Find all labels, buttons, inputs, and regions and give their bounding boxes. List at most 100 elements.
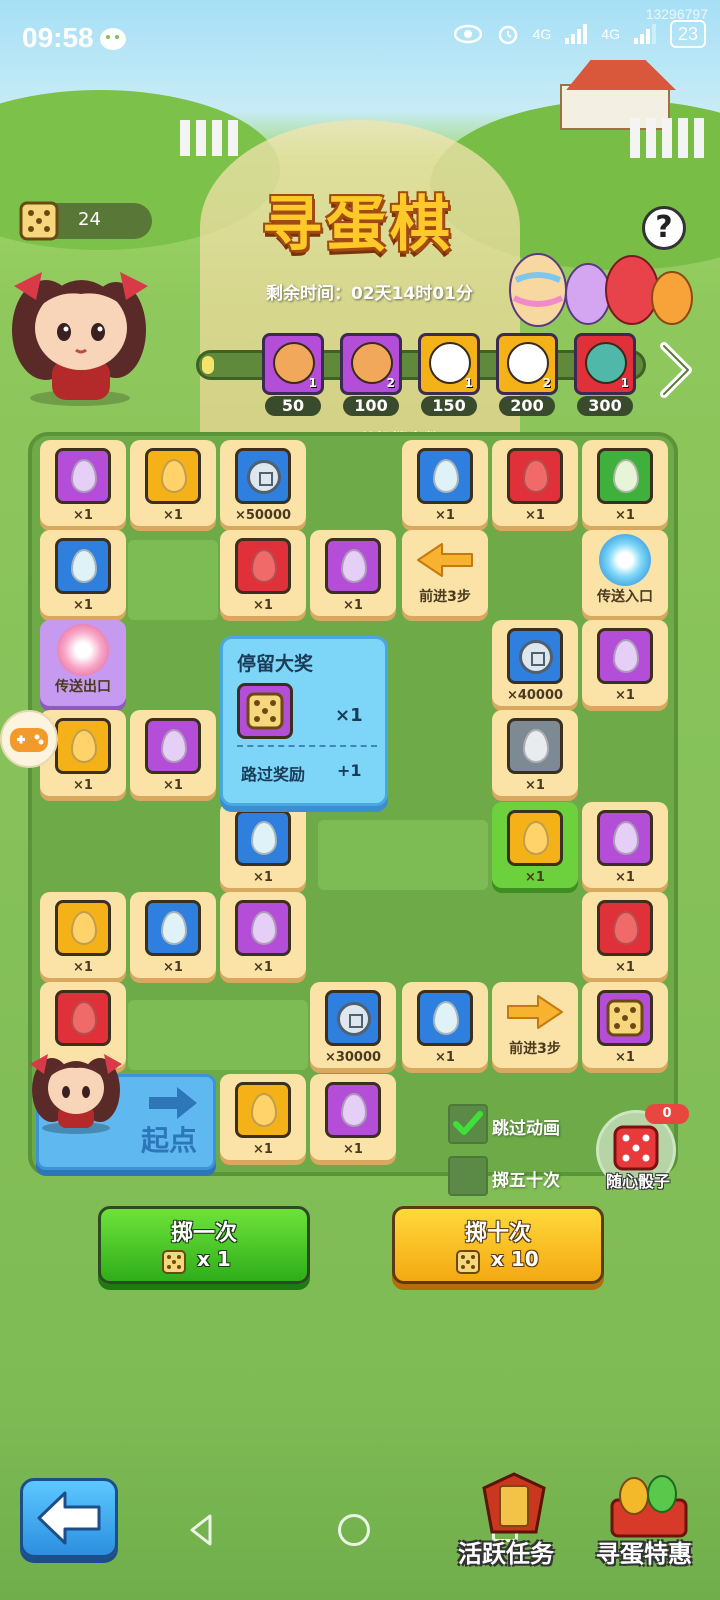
milestone-threshold: 50: [265, 396, 321, 416]
back-button[interactable]: [20, 1478, 118, 1558]
right-arrow-icon: [149, 1087, 197, 1119]
cell-label: ×1: [525, 778, 545, 793]
egg-icon: [71, 549, 97, 583]
reward-tile: [507, 628, 563, 684]
signal-icon: [630, 22, 660, 46]
reward-tile: [507, 810, 563, 866]
prize-dice-tile: [237, 683, 293, 739]
cell-label: ×1: [73, 508, 93, 523]
fence: [630, 118, 710, 158]
egg-icon: [523, 459, 549, 493]
signal-4g-label: 4G: [532, 26, 552, 42]
fence: [180, 120, 240, 156]
egg-icon: [523, 729, 549, 763]
roll-fifty-label: 掷五十次: [492, 1171, 560, 1191]
milestone-qty: 1: [308, 376, 317, 390]
cell-label: 前进3步: [419, 589, 471, 605]
game-scene: 09:58 13296797 4G 4G 23 24 寻蛋棋 ? 剩余时间：02…: [0, 0, 720, 1600]
milestone-reward[interactable]: 2: [340, 333, 402, 395]
egg-icon: [161, 459, 187, 493]
roll-ten-label: 掷十次: [464, 1221, 531, 1246]
milestone-threshold: 100: [343, 396, 399, 416]
milestone-qty: 2: [386, 376, 395, 390]
board-inner-field: [318, 820, 488, 890]
reward-tile: [145, 448, 201, 504]
remaining-value: 02天14时01分: [351, 284, 473, 304]
dice-icon: [246, 692, 284, 730]
free-dice-badge: 0: [645, 1104, 689, 1124]
board-inner-field: [128, 1000, 308, 1070]
gamepad-button[interactable]: [0, 710, 58, 768]
egg-icon: [251, 1093, 277, 1127]
egg-icon: [613, 911, 639, 945]
board-cell-portal: 传送出口: [38, 618, 128, 708]
egg-icon: [613, 639, 639, 673]
cell-label: ×1: [73, 598, 93, 613]
milestone-threshold: 150: [421, 396, 477, 416]
board-cell-egg: ×1: [490, 708, 580, 798]
roll-ten-cost: x 10: [491, 1247, 539, 1271]
cell-label: ×1: [343, 598, 363, 613]
reward-tile: [597, 448, 653, 504]
egg-deals-label[interactable]: 寻蛋特惠: [596, 1534, 692, 1569]
cell-label: ×1: [615, 960, 635, 975]
checkmark-icon: [453, 1111, 483, 1135]
reward-tile: [235, 538, 291, 594]
board-cell-egg: ×1: [580, 800, 670, 890]
help-button[interactable]: ?: [642, 206, 686, 250]
roll-ten-button[interactable]: 掷十次 x 10: [392, 1206, 604, 1284]
stay-prize-qty: ×1: [335, 705, 363, 726]
system-home-icon[interactable]: [338, 1514, 370, 1546]
player-avatar: [12, 272, 148, 406]
battery-indicator: 23: [669, 20, 706, 48]
cell-label: ×30000: [324, 1050, 382, 1065]
cell-label: ×1: [253, 598, 273, 613]
reward-tile: [55, 448, 111, 504]
reward-tile: [145, 718, 201, 774]
board-inner-field: [128, 540, 218, 620]
eggs-decoration: [509, 253, 693, 327]
wechat-notification-icon: [100, 28, 126, 50]
dice-icon: [456, 1250, 480, 1274]
cell-label: ×1: [615, 688, 635, 703]
cell-label: ×1: [163, 508, 183, 523]
milestone-reward[interactable]: 1: [418, 333, 480, 395]
system-back-icon[interactable]: [186, 1512, 216, 1548]
skip-animation-checkbox[interactable]: [448, 1104, 488, 1144]
signal-4g-label: 4G: [601, 26, 620, 42]
egg-icon: [251, 821, 277, 855]
gamepad-icon: [10, 728, 48, 752]
egg-icon: [251, 911, 277, 945]
cell-label: ×1: [525, 870, 545, 885]
egg-deals-icon[interactable]: [604, 1470, 694, 1540]
reward-tile: [55, 900, 111, 956]
cell-label: 前进3步: [509, 1041, 561, 1057]
roll-once-button[interactable]: 掷一次 x 1: [98, 1206, 310, 1284]
roll-fifty-checkbox[interactable]: [448, 1156, 488, 1196]
active-tasks-label[interactable]: 活跃任务: [458, 1534, 554, 1569]
milestone-reward[interactable]: 1: [262, 333, 324, 395]
start-label: 起点: [141, 1124, 198, 1157]
milestone-reward[interactable]: 2: [496, 333, 558, 395]
cell-label: 传送入口: [597, 589, 653, 605]
status-bar: 09:58 13296797 4G 4G 23: [0, 0, 720, 72]
divider: [237, 745, 377, 747]
free-dice-label: 随心骰子: [605, 1172, 670, 1191]
egg-icon: [613, 459, 639, 493]
alarm-icon: [493, 22, 523, 46]
reward-tile: [597, 628, 653, 684]
next-arrow-icon[interactable]: [656, 340, 696, 400]
board-cell-egg: ×1: [128, 438, 218, 528]
skip-animation-label: 跳过动画: [492, 1119, 560, 1139]
active-tasks-icon[interactable]: [474, 1468, 554, 1538]
milestone-reward[interactable]: 1: [574, 333, 636, 395]
cell-label: ×1: [73, 960, 93, 975]
cell-label: ×1: [615, 870, 635, 885]
player-token: [30, 1054, 122, 1134]
egg-icon: [71, 911, 97, 945]
game-title: 寻蛋棋: [262, 190, 454, 260]
back-arrow-icon: [37, 1491, 101, 1545]
dice-icon: [19, 201, 59, 241]
egg-icon: [161, 911, 187, 945]
board-cell-egg: ×1: [218, 800, 308, 890]
